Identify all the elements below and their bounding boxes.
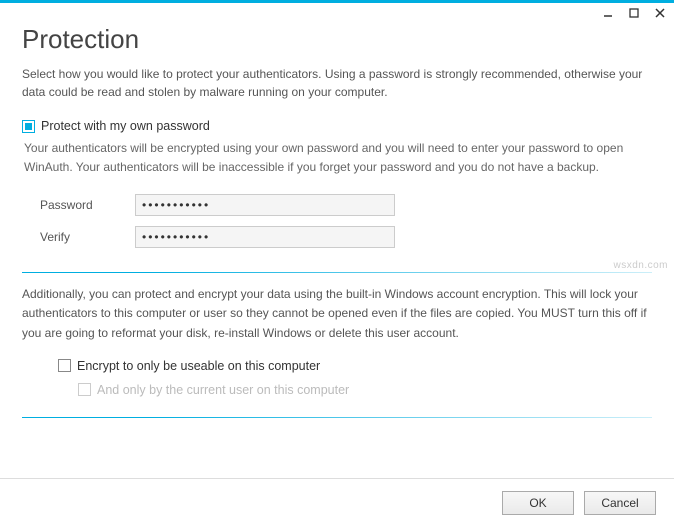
protect-description: Your authenticators will be encrypted us… [24, 139, 652, 176]
password-label: Password [40, 198, 135, 212]
encrypt-user-label: And only by the current user on this com… [97, 383, 349, 397]
encrypt-computer-checkbox[interactable] [58, 359, 71, 372]
ok-button[interactable]: OK [502, 491, 574, 515]
encrypt-user-checkbox-row: And only by the current user on this com… [78, 383, 652, 397]
intro-text: Select how you would like to protect you… [22, 65, 652, 101]
verify-input[interactable] [135, 226, 395, 248]
content-area: Protection Select how you would like to … [0, 22, 674, 478]
section-divider [22, 272, 652, 273]
cancel-button[interactable]: Cancel [584, 491, 656, 515]
verify-row: Verify [40, 226, 652, 248]
page-title: Protection [22, 24, 652, 55]
encrypt-user-checkbox [78, 383, 91, 396]
titlebar [0, 0, 674, 22]
encrypt-description: Additionally, you can protect and encryp… [22, 285, 652, 343]
minimize-icon[interactable] [602, 7, 614, 19]
verify-label: Verify [40, 230, 135, 244]
encrypt-computer-label: Encrypt to only be useable on this compu… [77, 359, 320, 373]
password-row: Password [40, 194, 652, 216]
button-bar: OK Cancel [0, 478, 674, 527]
protect-password-label: Protect with my own password [41, 119, 210, 133]
protection-dialog: Protection Select how you would like to … [0, 0, 674, 527]
encrypt-computer-checkbox-row[interactable]: Encrypt to only be useable on this compu… [58, 359, 652, 373]
bottom-divider [22, 417, 652, 418]
close-icon[interactable] [654, 7, 666, 19]
maximize-icon[interactable] [628, 7, 640, 19]
password-input[interactable] [135, 194, 395, 216]
protect-password-checkbox-row[interactable]: Protect with my own password [22, 119, 652, 133]
protect-password-checkbox[interactable] [22, 120, 35, 133]
